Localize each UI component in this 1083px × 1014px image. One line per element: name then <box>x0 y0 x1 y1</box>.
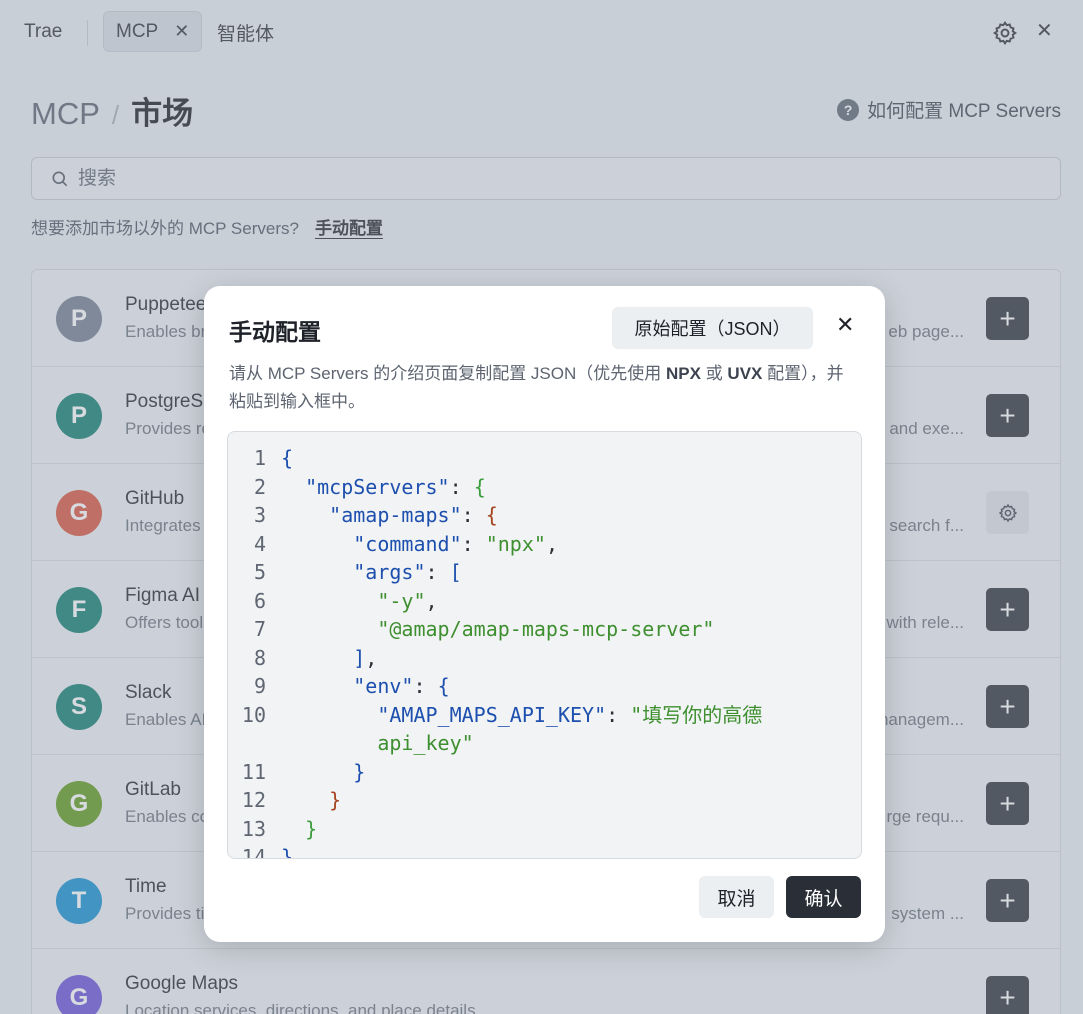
desc-or: 或 <box>700 364 728 383</box>
code-text: "mcpServers": { <box>281 473 486 501</box>
code-line: 11 } <box>228 758 861 786</box>
code-token: { <box>485 503 498 527</box>
line-number: 2 <box>253 474 266 499</box>
code-token: { <box>473 474 486 499</box>
code-line: 5 "args": [ <box>228 558 861 586</box>
dialog-description: 请从 MCP Servers 的介绍页面复制配置 JSON（优先使用 NPX 或… <box>229 360 859 416</box>
line-number: 14 <box>241 845 266 859</box>
code-line: 4 "command": "npx", <box>228 530 861 558</box>
dialog-title: 手动配置 <box>229 319 321 345</box>
line-number: 13 <box>241 816 266 841</box>
code-token: "填写你的高德 <box>630 702 763 727</box>
code-token: : <box>606 702 631 727</box>
code-line: 1{ <box>228 444 861 472</box>
code-text: "-y", <box>281 587 438 615</box>
code-line: 2 "mcpServers": { <box>228 473 861 501</box>
code-line: 13 } <box>228 815 861 843</box>
code-token: "AMAP_MAPS_API_KEY" <box>377 702 607 727</box>
code-token: } <box>329 788 342 812</box>
line-number: 1 <box>253 446 266 470</box>
code-text: } <box>281 786 341 814</box>
line-number: 12 <box>241 788 266 812</box>
line-number: 4 <box>253 531 266 556</box>
code-token: , <box>425 588 438 613</box>
code-token: } <box>281 845 294 859</box>
code-line: 8 ], <box>228 644 861 672</box>
cancel-button[interactable]: 取消 <box>699 876 774 918</box>
code-text: api_key" <box>281 729 474 757</box>
line-number: 8 <box>253 645 266 670</box>
code-token: : <box>461 531 486 556</box>
line-number: 10 <box>241 702 266 727</box>
code-token: [ <box>449 560 462 584</box>
code-text: "args": [ <box>281 558 462 586</box>
code-token: "npx" <box>485 531 546 556</box>
code-line: api_key" <box>228 729 861 757</box>
code-text: } <box>281 843 294 859</box>
code-token: "amap-maps" <box>329 503 462 527</box>
line-number: 6 <box>253 588 266 613</box>
code-line: 9 "env": { <box>228 672 861 700</box>
desc-uvx: UVX <box>727 364 763 383</box>
dialog-close-icon[interactable]: ✕ <box>836 312 854 338</box>
code-text: "amap-maps": { <box>281 501 498 529</box>
line-number: 3 <box>253 503 266 527</box>
desc-npx: NPX <box>666 364 701 383</box>
code-text: } <box>281 758 365 786</box>
code-text: ], <box>281 644 377 672</box>
code-token: : <box>413 674 438 698</box>
line-number: 7 <box>253 617 266 641</box>
code-token: "mcpServers" <box>305 474 450 499</box>
code-line: 3 "amap-maps": { <box>228 501 861 529</box>
code-token: : <box>425 560 450 584</box>
code-line: 12 } <box>228 786 861 814</box>
code-token: , <box>365 645 378 670</box>
manual-config-dialog: 手动配置 原始配置（JSON） ✕ 请从 MCP Servers 的介绍页面复制… <box>204 286 885 942</box>
code-token: "command" <box>353 531 462 556</box>
json-config-editor[interactable]: 1{2 "mcpServers": {3 "amap-maps": {4 "co… <box>227 431 862 859</box>
code-text: "env": { <box>281 672 450 700</box>
code-token: "@amap/amap-maps-mcp-server" <box>377 617 715 641</box>
line-number: 11 <box>241 759 266 784</box>
code-line: 10 "AMAP_MAPS_API_KEY": "填写你的高德 <box>228 701 861 729</box>
code-token: { <box>437 674 450 698</box>
desc-text-1: 请从 MCP Servers 的介绍页面复制配置 JSON（优先使用 <box>229 364 666 383</box>
code-text: "AMAP_MAPS_API_KEY": "填写你的高德 <box>281 701 762 729</box>
code-text: } <box>281 815 317 843</box>
code-token: api_key" <box>377 731 474 755</box>
code-token: "env" <box>353 674 414 698</box>
line-number: 9 <box>253 674 266 698</box>
line-number: 5 <box>253 560 266 584</box>
code-text: { <box>281 444 293 472</box>
confirm-button[interactable]: 确认 <box>786 876 861 918</box>
code-token: ] <box>353 645 366 670</box>
code-token: } <box>353 759 366 784</box>
code-line: 6 "-y", <box>228 587 861 615</box>
raw-json-config-button[interactable]: 原始配置（JSON） <box>612 307 813 349</box>
code-token: "-y" <box>377 588 426 613</box>
code-token: } <box>305 816 318 841</box>
code-text: "command": "npx", <box>281 530 558 558</box>
code-token: : <box>449 474 474 499</box>
code-token: "args" <box>353 560 426 584</box>
code-token: { <box>281 446 294 470</box>
code-line: 14} <box>228 843 861 859</box>
code-line: 7 "@amap/amap-maps-mcp-server" <box>228 615 861 643</box>
code-token: : <box>461 503 486 527</box>
code-token: , <box>545 531 558 556</box>
code-text: "@amap/amap-maps-mcp-server" <box>281 615 714 643</box>
